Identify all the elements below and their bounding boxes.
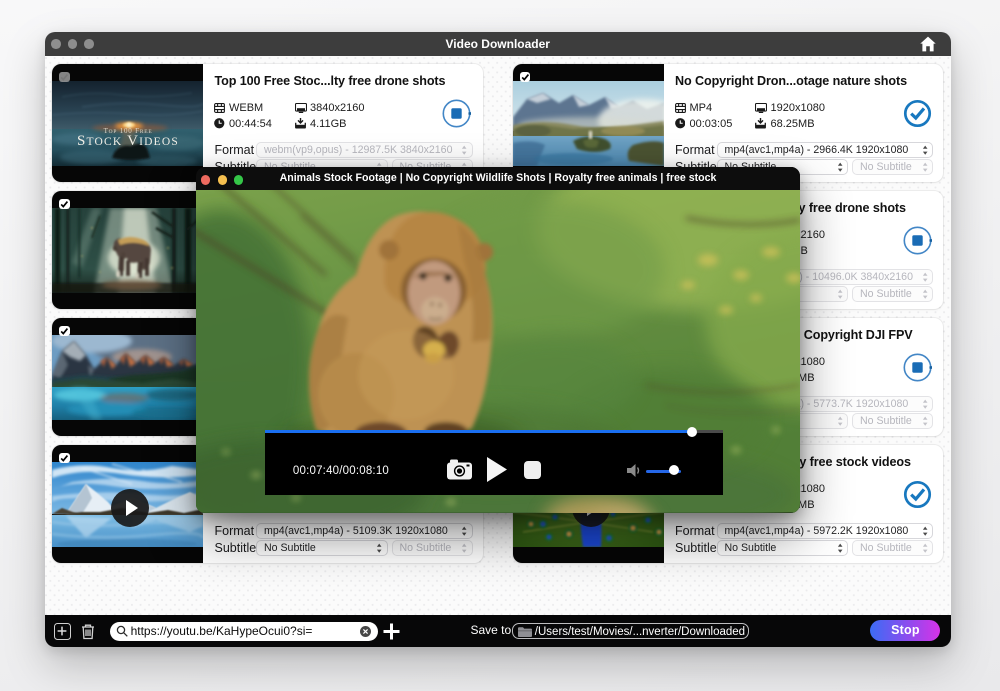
svg-text:STOCK VIDEOS: STOCK VIDEOS	[77, 133, 179, 149]
